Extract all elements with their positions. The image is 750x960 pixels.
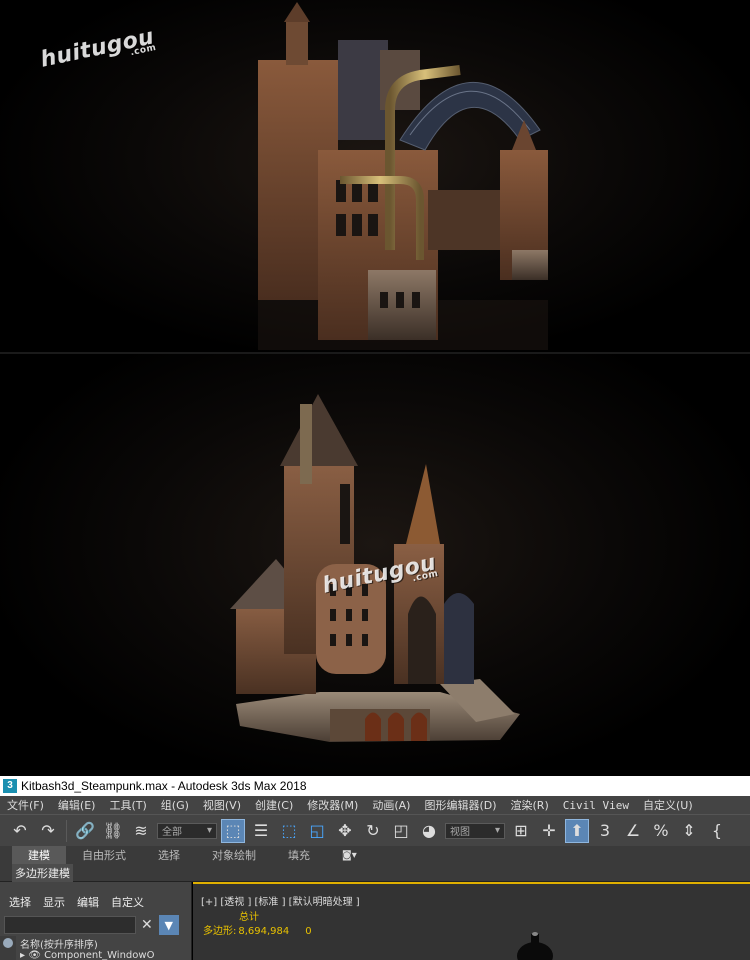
list-item-label: Component_WindowO (44, 950, 155, 960)
menu-file[interactable]: 文件(F) (0, 797, 51, 813)
menu-customize[interactable]: 自定义(U) (636, 797, 700, 813)
select-by-name-icon[interactable]: ☰ (249, 819, 273, 843)
redo-icon[interactable]: ↷ (36, 819, 60, 843)
ribbon-tab-modeling[interactable]: 建模 (12, 846, 66, 864)
ribbon-tab-object-paint[interactable]: 对象绘制 (196, 846, 272, 864)
se-menu-display[interactable]: 显示 (43, 894, 65, 910)
menu-edit[interactable]: 编辑(E) (51, 797, 103, 813)
scene-explorer-side-toolbar (0, 936, 16, 960)
polys-total: 8,694,984 (238, 926, 290, 937)
select-and-manipulate-icon[interactable]: ✛ (537, 819, 561, 843)
eye-icon[interactable]: 👁 (28, 950, 44, 960)
reference-coord-dropdown[interactable]: 视图 ▾ (445, 822, 505, 839)
polys-label: 多边形: (203, 926, 237, 937)
select-and-rotate-icon[interactable]: ↻ (361, 819, 385, 843)
render-image-steampunk-arch: huitugou .com (0, 0, 750, 352)
main-toolbar: ↶ ↷ 🔗 ⛓ ≋ 全部 ▾ ⬚ ☰ ⬚ ◱ ✥ ↻ ◰ ◕ 视图 ▾ ⊞ ✛ ⬆ … (0, 814, 750, 846)
scene-explorer-search-row: ✕ ▼ (0, 914, 192, 936)
chevron-down-icon: ▾ (494, 825, 500, 836)
viewport-label-menu[interactable]: [+] [透视 ] [标准 ] [默认明暗处理 ] (201, 893, 360, 908)
se-menu-select[interactable]: 选择 (9, 894, 31, 910)
ribbon-tab-selection[interactable]: 选择 (142, 846, 196, 864)
menu-group[interactable]: 组(G) (154, 797, 196, 813)
scene-explorer: 选择 显示 编辑 自定义 ✕ ▼ 名称(按升序排序) ▸ 👁 Component… (0, 882, 192, 960)
menu-tools[interactable]: 工具(T) (102, 797, 153, 813)
list-item[interactable]: ▸ 👁 Component_WindowO (20, 950, 190, 960)
3dsmax-app-icon[interactable]: 3 (3, 779, 17, 793)
ribbon-panel: 多边形建模 (0, 864, 750, 882)
polys-selected: 0 (305, 926, 312, 937)
select-object-icon[interactable]: ⬚ (221, 818, 245, 843)
expand-icon[interactable]: ▸ (20, 950, 28, 960)
menu-animation[interactable]: 动画(A) (365, 797, 417, 813)
place-icon[interactable]: ◕ (417, 819, 441, 843)
link-icon[interactable]: 🔗 (73, 819, 97, 843)
spinner-snap-icon[interactable]: ⇕ (677, 819, 701, 843)
unlink-icon[interactable]: ⛓ (101, 819, 125, 843)
menu-create[interactable]: 创建(C) (248, 797, 300, 813)
menu-civil-view[interactable]: Civil View (556, 799, 636, 812)
menu-rendering[interactable]: 渲染(R) (504, 797, 556, 813)
viewport-object[interactable] (511, 930, 561, 960)
menu-graph-editors[interactable]: 图形编辑器(D) (417, 797, 503, 813)
angle-snap-icon[interactable]: ∠ (621, 819, 645, 843)
ribbon-options-icon[interactable]: ◙▾ (342, 850, 357, 861)
close-icon[interactable]: ✕ (141, 917, 153, 933)
se-menu-customize[interactable]: 自定义 (111, 894, 144, 910)
percent-snap-icon[interactable]: % (649, 819, 673, 843)
chevron-down-icon: ▾ (206, 825, 212, 836)
menu-bar: 文件(F) 编辑(E) 工具(T) 组(G) 视图(V) 创建(C) 修改器(M… (0, 796, 750, 814)
scene-explorer-menu: 选择 显示 编辑 自定义 (0, 882, 191, 910)
bind-space-warp-icon[interactable]: ≋ (129, 819, 153, 843)
rectangular-selection-icon[interactable]: ⬚ (277, 819, 301, 843)
filter-icon[interactable]: ▼ (158, 915, 179, 935)
select-and-move-icon[interactable]: ✥ (333, 819, 357, 843)
select-and-scale-icon[interactable]: ◰ (389, 819, 413, 843)
ribbon-tabs: 建模 自由形式 选择 对象绘制 填充 ◙▾ (0, 846, 750, 864)
menu-modifiers[interactable]: 修改器(M) (300, 797, 365, 813)
stats-header: 总计 (239, 912, 259, 923)
pivot-center-icon[interactable]: ⊞ (509, 819, 533, 843)
menu-views[interactable]: 视图(V) (196, 797, 248, 813)
column-header-name[interactable]: 名称(按升序排序) (20, 936, 98, 951)
perspective-viewport[interactable]: [+] [透视 ] [标准 ] [默认明暗处理 ] 总计 多边形: 8,694,9… (193, 882, 750, 960)
ribbon-tab-populate[interactable]: 填充 (272, 846, 326, 864)
scene-search-input[interactable] (4, 916, 136, 934)
window-title: Kitbash3d_Steampunk.max - Autodesk 3ds M… (21, 779, 307, 793)
render-image-steampunk-castle: huitugou .com (0, 354, 750, 776)
keyboard-shortcut-override-icon[interactable]: ⬆ (565, 818, 589, 843)
polygon-modeling-panel[interactable]: 多边形建模 (12, 864, 73, 882)
se-menu-edit[interactable]: 编辑 (77, 894, 99, 910)
ribbon-tab-freeform[interactable]: 自由形式 (66, 846, 142, 864)
window-crossing-icon[interactable]: ◱ (305, 819, 329, 843)
edit-named-selection-icon[interactable]: { (705, 819, 729, 843)
polygon-count: 多边形: 8,694,984 0 (203, 922, 312, 937)
selection-filter-dropdown[interactable]: 全部 ▾ (157, 822, 217, 839)
undo-icon[interactable]: ↶ (8, 819, 32, 843)
toolbar-separator (66, 819, 67, 842)
window-titlebar: 3 Kitbash3d_Steampunk.max - Autodesk 3ds… (0, 776, 750, 796)
snaps-toggle-icon[interactable]: 3 (593, 819, 617, 843)
display-none-icon[interactable] (3, 938, 13, 948)
